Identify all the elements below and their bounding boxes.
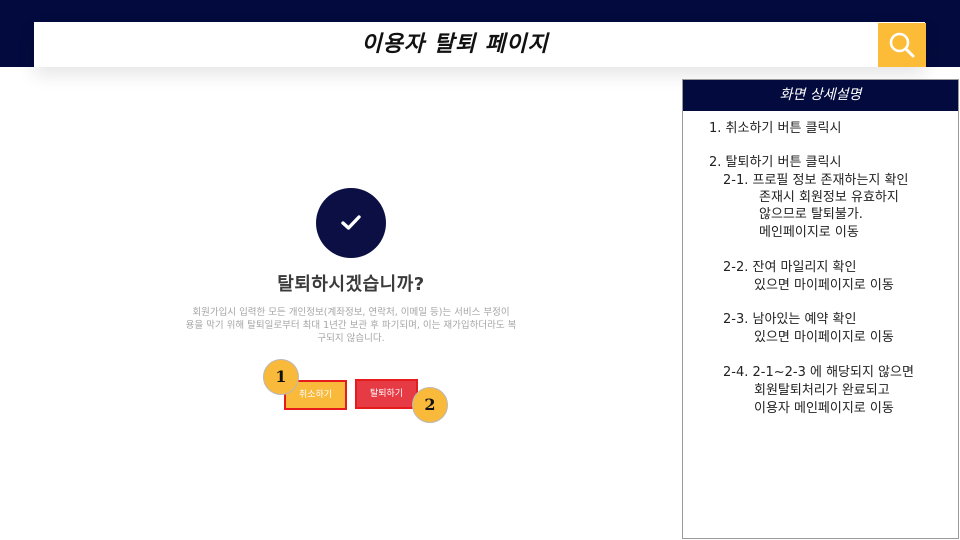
- panel-line: 있으면 마이페이지로 이동: [754, 330, 894, 345]
- page-title: 이용자 탈퇴 페이지: [361, 32, 549, 57]
- step-marker-2: 2: [412, 387, 448, 423]
- search-icon: [889, 32, 915, 58]
- panel-line: 2. 탈퇴하기 버튼 클릭시: [709, 155, 842, 170]
- panel-line: 2-4. 2-1~2-3 에 해당되지 않으면: [723, 365, 914, 380]
- panel-line: 2-1. 프로필 정보 존재하는지 확인: [723, 173, 909, 188]
- panel-line: 존재시 회원정보 유효하지: [759, 190, 899, 205]
- check-icon: [341, 215, 361, 230]
- confirm-title: 탈퇴하시겠습니까?: [277, 274, 425, 295]
- confirm-description: 회원가입시 입력한 모든 개인정보(계좌정보, 연락처, 이메일 등)는 서비스…: [146, 306, 556, 345]
- search-button[interactable]: [878, 23, 926, 67]
- panel-line: 2-2. 잔여 마일리지 확인: [723, 260, 857, 275]
- panel-line: 않으므로 탈퇴불가.: [759, 207, 863, 222]
- panel-line: 1. 취소하기 버튼 클릭시: [709, 121, 842, 136]
- description-line: 용을 막기 위해 탈퇴일로부터 최대 1년간 보관 후 파기되며, 이는 재가입…: [185, 320, 517, 331]
- step-marker-1: 1: [263, 359, 299, 395]
- panel-title: 화면 상세설명: [683, 80, 958, 111]
- title-bar: 이용자 탈퇴 페이지: [34, 22, 925, 67]
- withdraw-button[interactable]: 탈퇴하기: [355, 379, 418, 409]
- description-line: 회원가입시 입력한 모든 개인정보(계좌정보, 연락처, 이메일 등)는 서비스…: [192, 307, 510, 318]
- panel-line: 이용자 메인페이지로 이동: [754, 401, 894, 416]
- panel-line: 회원탈퇴처리가 완료되고: [754, 383, 890, 398]
- description-panel: 화면 상세설명 1. 취소하기 버튼 클릭시 2. 탈퇴하기 버튼 클릭시 2-…: [682, 79, 959, 539]
- check-circle-badge: [316, 188, 386, 258]
- panel-line: 있으면 마이페이지로 이동: [754, 278, 894, 293]
- description-line: 구되지 않습니다.: [317, 333, 385, 344]
- panel-line: 메인페이지로 이동: [759, 225, 859, 240]
- panel-line: 2-3. 남아있는 예약 확인: [723, 312, 857, 327]
